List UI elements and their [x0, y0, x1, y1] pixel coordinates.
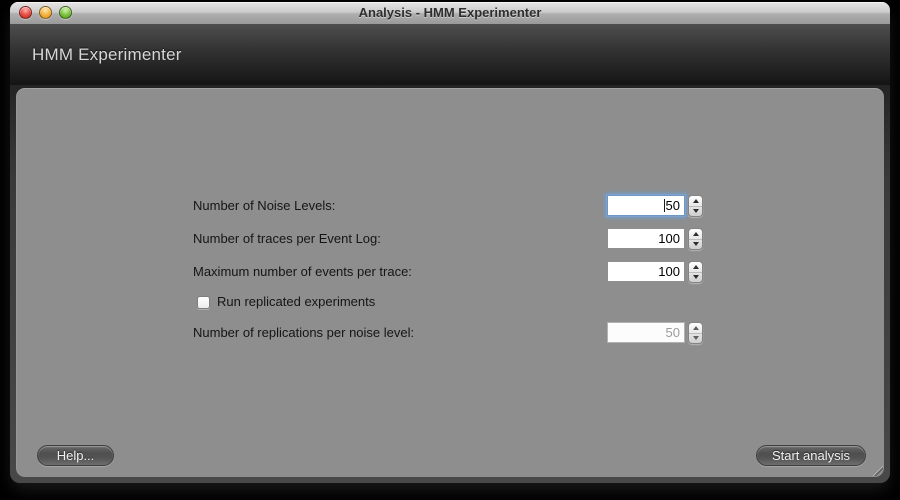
- form-row-traces: Number of traces per Event Log: 100: [16, 228, 884, 250]
- page-title: HMM Experimenter: [32, 45, 182, 65]
- noise-levels-spinner[interactable]: [688, 195, 703, 217]
- form-row-noise-levels: Number of Noise Levels: 50: [16, 195, 884, 217]
- noise-levels-input[interactable]: 50: [607, 195, 685, 216]
- down-arrow-icon: [693, 336, 699, 340]
- spinner-down-button[interactable]: [689, 273, 702, 283]
- max-events-spinner[interactable]: [688, 261, 703, 283]
- max-events-label: Maximum number of events per trace:: [193, 261, 412, 283]
- replicated-experiments-row: Run replicated experiments: [197, 294, 375, 310]
- spinner-up-button[interactable]: [689, 196, 702, 207]
- up-arrow-icon: [693, 232, 699, 236]
- app-header: HMM Experimenter: [10, 24, 890, 85]
- down-arrow-icon: [693, 275, 699, 279]
- replications-field: 50: [607, 322, 703, 344]
- spinner-up-button[interactable]: [689, 229, 702, 240]
- up-arrow-icon: [693, 265, 699, 269]
- replicated-experiments-label[interactable]: Run replicated experiments: [217, 294, 375, 310]
- text-caret: [664, 199, 665, 212]
- traces-spinner[interactable]: [688, 228, 703, 250]
- noise-levels-value: 50: [666, 198, 680, 213]
- replications-label: Number of replications per noise level:: [193, 322, 414, 344]
- app-window: Analysis - HMM Experimenter HMM Experime…: [10, 2, 890, 483]
- noise-levels-label: Number of Noise Levels:: [193, 195, 335, 217]
- spinner-up-button[interactable]: [689, 262, 702, 273]
- down-arrow-icon: [693, 209, 699, 213]
- traces-label: Number of traces per Event Log:: [193, 228, 381, 250]
- traces-input[interactable]: 100: [607, 228, 685, 249]
- down-arrow-icon: [693, 242, 699, 246]
- replications-spinner: [688, 322, 703, 344]
- traces-value: 100: [658, 231, 680, 246]
- max-events-value: 100: [658, 264, 680, 279]
- noise-levels-field: 50: [607, 195, 703, 217]
- form-row-max-events: Maximum number of events per trace: 100: [16, 261, 884, 283]
- window-title: Analysis - HMM Experimenter: [10, 2, 890, 24]
- up-arrow-icon: [693, 199, 699, 203]
- up-arrow-icon: [693, 326, 699, 330]
- spinner-up-button: [689, 323, 702, 334]
- start-analysis-button[interactable]: Start analysis: [756, 445, 866, 466]
- max-events-input[interactable]: 100: [607, 261, 685, 282]
- content-frame: Number of Noise Levels: 50 Number of tra…: [10, 85, 890, 483]
- replicated-experiments-checkbox[interactable]: [197, 296, 210, 309]
- form-row-replications: Number of replications per noise level: …: [16, 322, 884, 344]
- title-bar[interactable]: Analysis - HMM Experimenter: [10, 2, 890, 24]
- spinner-down-button[interactable]: [689, 207, 702, 217]
- spinner-down-button[interactable]: [689, 240, 702, 250]
- traces-field: 100: [607, 228, 703, 250]
- replications-input: 50: [607, 322, 685, 343]
- help-button[interactable]: Help...: [37, 445, 114, 466]
- replications-value: 50: [666, 325, 680, 340]
- content-panel: Number of Noise Levels: 50 Number of tra…: [16, 88, 884, 477]
- resize-grip[interactable]: [870, 463, 883, 476]
- spinner-down-button: [689, 334, 702, 344]
- max-events-field: 100: [607, 261, 703, 283]
